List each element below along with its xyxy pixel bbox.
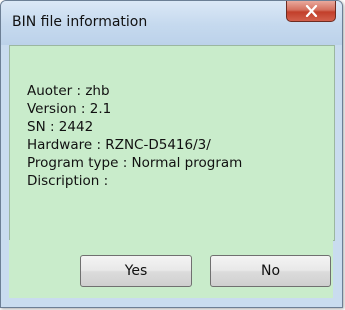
- info-line-sn: SN : 2442: [27, 119, 94, 135]
- close-icon: [305, 5, 318, 17]
- title-bar[interactable]: BIN file information: [1, 1, 342, 45]
- info-lines: Auoter : zhb Version : 2.1 SN : 2442 Har…: [27, 82, 242, 190]
- info-line-program-type: Program type : Normal program: [27, 155, 243, 171]
- info-line-hardware: Hardware : RZNC-D5416/3/: [27, 137, 211, 153]
- close-button[interactable]: [286, 1, 336, 22]
- info-panel: Auoter : zhb Version : 2.1 SN : 2442 Har…: [9, 45, 335, 241]
- no-button[interactable]: No: [210, 255, 331, 287]
- yes-button[interactable]: Yes: [80, 255, 192, 287]
- info-line-description: Discription :: [27, 173, 109, 189]
- info-line-version: Version : 2.1: [27, 101, 112, 117]
- info-line-author: Auoter : zhb: [27, 83, 110, 99]
- window-title: BIN file information: [12, 14, 148, 30]
- button-bar: Yes No: [9, 240, 333, 298]
- dialog-window: BIN file information Auoter : zhb Versio…: [0, 0, 343, 308]
